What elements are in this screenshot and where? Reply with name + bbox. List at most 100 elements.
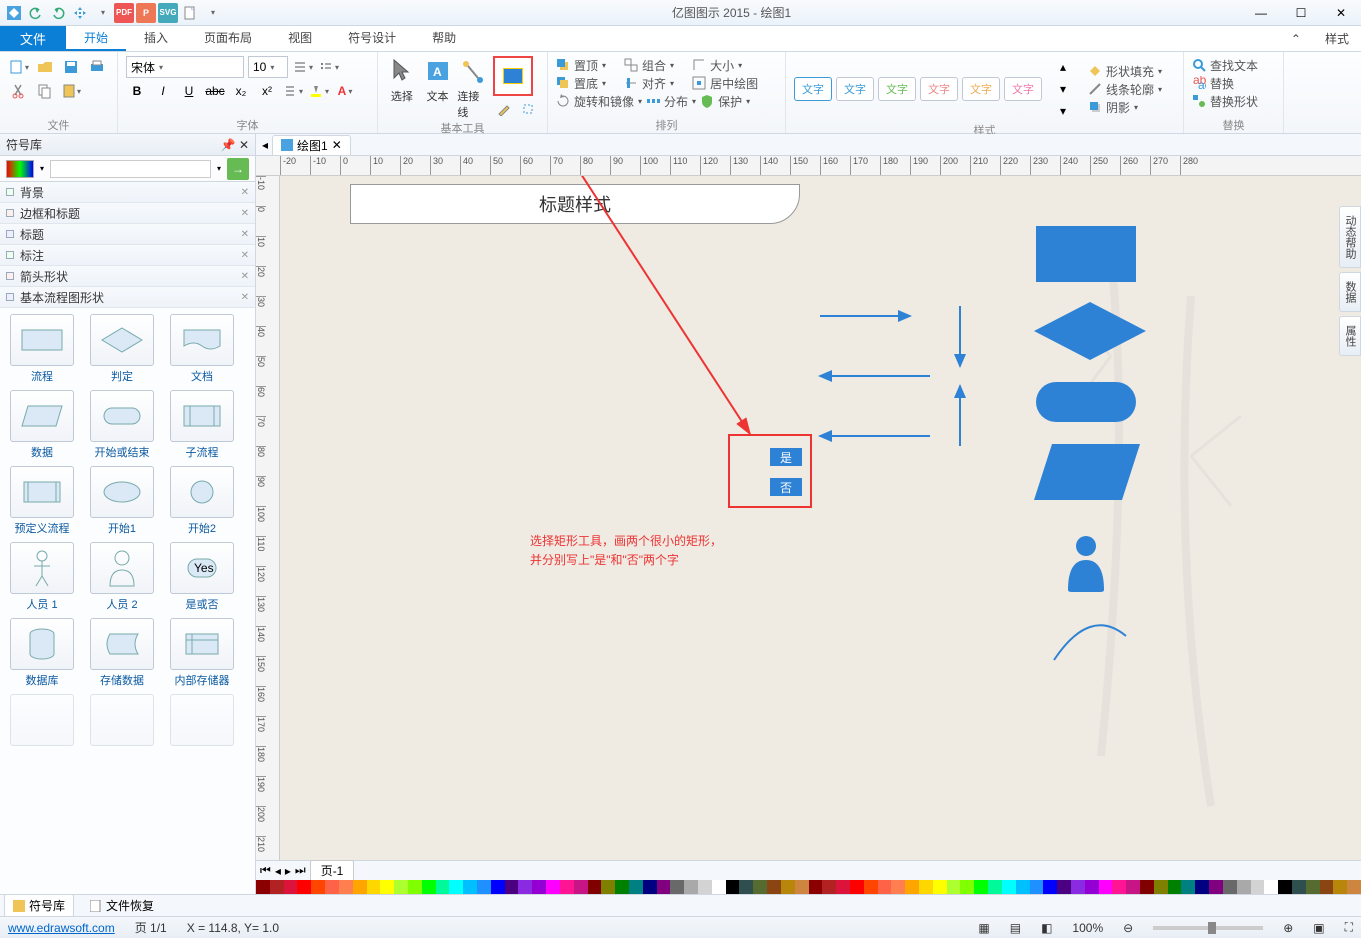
highlight-icon[interactable] — [308, 80, 330, 102]
select-tool[interactable]: 选择 — [386, 56, 418, 104]
sample-parallelogram[interactable] — [1032, 442, 1142, 504]
fit-page-icon[interactable]: ▣ — [1313, 921, 1324, 935]
page-next-icon[interactable]: ▸ — [285, 864, 291, 878]
view-icon-2[interactable]: ▤ — [1010, 921, 1021, 935]
cat-flowchart[interactable]: 基本流程图形状✕ — [0, 287, 255, 308]
cut-icon[interactable] — [8, 80, 30, 102]
superscript-button[interactable]: x² — [256, 80, 278, 102]
sample-terminator[interactable] — [1036, 382, 1136, 422]
font-size-combo[interactable]: 10▾ — [248, 56, 288, 78]
color-palette-bar[interactable] — [256, 880, 1361, 894]
sample-arc[interactable] — [1050, 616, 1130, 666]
ppt-icon[interactable]: P — [136, 3, 156, 23]
yes-rect[interactable]: 是 — [770, 448, 802, 466]
rtab-help[interactable]: 动态帮助 — [1339, 206, 1361, 268]
drawing-canvas[interactable]: 标题样式 是 否 选择矩形工具，画两个很小的矩形， 并分别写上"是"和"否"两个… — [280, 176, 1361, 860]
page-last-icon[interactable]: ⏭ — [295, 863, 306, 878]
paste-icon[interactable] — [60, 80, 82, 102]
shape-predefined[interactable]: 预定义流程 — [6, 466, 78, 536]
tab-view[interactable]: 视图 — [270, 26, 330, 51]
cat-arrows[interactable]: 箭头形状✕ — [0, 266, 255, 287]
style-swatch-6[interactable]: 文字 — [1004, 77, 1042, 101]
style-swatch-5[interactable]: 文字 — [962, 77, 1000, 101]
send-back-button[interactable]: 置底▾ — [556, 74, 606, 92]
align-icon[interactable] — [292, 56, 314, 78]
line-spacing-icon[interactable] — [282, 80, 304, 102]
doc-tab-item[interactable]: 绘图1✕ — [272, 135, 351, 155]
style-more[interactable]: ▾ — [1052, 100, 1074, 122]
shape-document[interactable]: 文档 — [166, 314, 238, 384]
tab-pagelayout[interactable]: 页面布局 — [186, 26, 270, 51]
collapse-ribbon-icon[interactable]: ⌃ — [1279, 26, 1313, 51]
pencil-tool[interactable] — [493, 98, 515, 120]
arrow-cluster[interactable] — [800, 306, 1000, 486]
style-swatch-1[interactable]: 文字 — [794, 77, 832, 101]
view-icon-3[interactable]: ◧ — [1041, 921, 1052, 935]
file-tab[interactable]: 文件 — [0, 26, 66, 51]
font-name-combo[interactable]: 宋体▾ — [126, 56, 244, 78]
center-button[interactable]: 居中绘图 — [692, 74, 758, 92]
qat-dropdown-2[interactable] — [202, 3, 222, 23]
shape-person2[interactable]: 人员 2 — [86, 542, 158, 612]
page-tab[interactable]: 页-1 — [310, 860, 355, 881]
replace-shape-button[interactable]: 替换形状 — [1192, 92, 1275, 110]
style-swatch-4[interactable]: 文字 — [920, 77, 958, 101]
shape-database[interactable]: 数据库 — [6, 618, 78, 688]
new-doc-icon[interactable] — [180, 3, 200, 23]
new-icon[interactable] — [8, 56, 30, 78]
sample-diamond[interactable] — [1030, 300, 1150, 362]
shape-start1[interactable]: 开始1 — [86, 466, 158, 536]
print-icon[interactable] — [86, 56, 108, 78]
style-tab[interactable]: 样式 — [1313, 26, 1361, 51]
bottom-tab-library[interactable]: 符号库 — [4, 894, 74, 917]
color-filter[interactable] — [6, 160, 34, 178]
sample-person[interactable] — [1064, 536, 1108, 592]
tab-home[interactable]: 开始 — [66, 26, 126, 51]
tab-symbol[interactable]: 符号设计 — [330, 26, 414, 51]
view-icon-1[interactable]: ▦ — [978, 921, 989, 935]
pdf-icon[interactable]: PDF — [114, 3, 134, 23]
rtab-props[interactable]: 属性 — [1339, 316, 1361, 356]
undo-icon[interactable] — [26, 3, 46, 23]
style-swatch-2[interactable]: 文字 — [836, 77, 874, 101]
rtab-data[interactable]: 数据 — [1339, 272, 1361, 312]
cat-borders[interactable]: 边框和标题✕ — [0, 203, 255, 224]
minimize-button[interactable]: — — [1241, 1, 1281, 25]
title-shape[interactable]: 标题样式 — [350, 184, 800, 224]
shape-decision[interactable]: 判定 — [86, 314, 158, 384]
shape-yesno[interactable]: Yes是或否 — [166, 542, 238, 612]
pin-icon[interactable]: 📌 — [221, 138, 236, 152]
app-icon[interactable] — [4, 3, 24, 23]
redo-icon[interactable] — [48, 3, 68, 23]
connector-tool[interactable]: 连接线 — [457, 56, 489, 120]
sample-rect[interactable] — [1036, 226, 1136, 282]
rectangle-tool-selected[interactable] — [493, 56, 533, 96]
maximize-button[interactable]: ☐ — [1281, 1, 1321, 25]
underline-button[interactable]: U — [178, 80, 200, 102]
cat-callouts[interactable]: 标注✕ — [0, 245, 255, 266]
line-outline-button[interactable]: 线条轮廓▾ — [1088, 80, 1162, 98]
replace-text-button[interactable]: abac替换 — [1192, 74, 1275, 92]
shape-terminator[interactable]: 开始或结束 — [86, 390, 158, 460]
shape-fill-button[interactable]: 形状填充▾ — [1088, 62, 1162, 80]
svg-icon[interactable]: SVG — [158, 3, 178, 23]
cat-background[interactable]: 背景✕ — [0, 182, 255, 203]
distribute-button[interactable]: 分布▾ — [646, 92, 696, 110]
go-button[interactable]: → — [227, 158, 249, 180]
status-url[interactable]: www.edrawsoft.com — [8, 921, 115, 935]
font-color-icon[interactable]: A — [334, 80, 356, 102]
crop-tool[interactable] — [517, 98, 539, 120]
shape-process[interactable]: 流程 — [6, 314, 78, 384]
strike-button[interactable]: abc — [204, 80, 226, 102]
page-first-icon[interactable]: ⏮ — [260, 863, 271, 878]
tab-insert[interactable]: 插入 — [126, 26, 186, 51]
text-tool[interactable]: A文本 — [422, 56, 454, 104]
panel-close-icon[interactable]: ✕ — [239, 138, 249, 152]
open-icon[interactable] — [34, 56, 56, 78]
save-icon[interactable] — [60, 56, 82, 78]
find-text-button[interactable]: 查找文本 — [1192, 56, 1275, 74]
rotate-button[interactable]: 旋转和镜像▾ — [556, 92, 642, 110]
list-icon[interactable] — [318, 56, 340, 78]
qat-dropdown[interactable] — [92, 3, 112, 23]
shape-start2[interactable]: 开始2 — [166, 466, 238, 536]
